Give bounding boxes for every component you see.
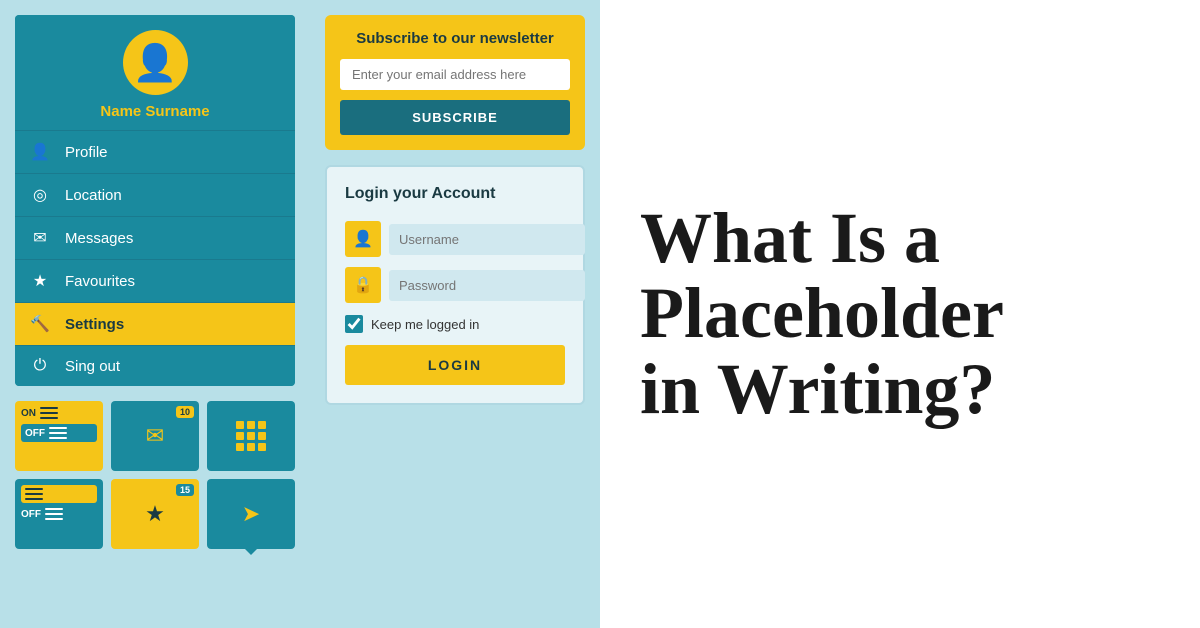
- sidebar-item-favourites[interactable]: ★ Favourites: [15, 259, 295, 302]
- sidebar-card: 👤 Name Surname 👤 Profile ◎ Location ✉ Me…: [15, 15, 295, 386]
- signout-icon: ⏻: [30, 357, 50, 375]
- off-label: OFF: [25, 428, 45, 439]
- user-name: Name Surname: [100, 103, 209, 120]
- toggle-off-widget[interactable]: OFF: [15, 479, 103, 549]
- arrow-widget[interactable]: ➤: [207, 479, 295, 549]
- sidebar-item-location[interactable]: ◎ Location: [15, 173, 295, 216]
- password-field-row: 🔒: [345, 267, 565, 303]
- chevron-right-icon: ➤: [242, 501, 260, 527]
- username-field-row: 👤: [345, 221, 565, 257]
- menu-lines-icon: [40, 407, 58, 419]
- lock-field-icon: 🔒: [345, 267, 381, 303]
- sidebar-item-messages[interactable]: ✉ Messages: [15, 216, 295, 259]
- profile-icon: 👤: [30, 142, 50, 162]
- lines-white-icon: [45, 508, 63, 520]
- lines-dark-icon: [25, 488, 43, 500]
- middle-panel: Subscribe to our newsletter SUBSCRIBE Lo…: [310, 0, 600, 628]
- toggle-on-widget[interactable]: ON OFF: [15, 401, 103, 471]
- login-card: Login your Account 👤 🔒 Keep me logged in…: [325, 165, 585, 405]
- username-input[interactable]: [389, 224, 585, 255]
- star-icon: ★: [145, 501, 165, 527]
- remember-me-checkbox[interactable]: [345, 315, 363, 333]
- sidebar-item-settings[interactable]: 🔨 Settings: [15, 302, 295, 345]
- grid-widget[interactable]: [207, 401, 295, 471]
- menu-lines-white-icon: [49, 427, 67, 439]
- user-field-icon: 👤: [345, 221, 381, 257]
- settings-icon: 🔨: [30, 314, 50, 334]
- login-title: Login your Account: [345, 185, 565, 203]
- newsletter-title: Subscribe to our newsletter: [340, 30, 570, 47]
- mail-icon: ✉: [146, 423, 164, 449]
- off-label-2: OFF: [21, 509, 41, 520]
- messages-icon: ✉: [30, 228, 50, 248]
- sidebar-menu: 👤 Profile ◎ Location ✉ Messages ★ Favour…: [15, 130, 295, 386]
- newsletter-email-input[interactable]: [340, 59, 570, 90]
- mail-widget[interactable]: ✉ 10: [111, 401, 199, 471]
- grid-icon: [236, 421, 266, 451]
- mail-badge: 10: [176, 406, 194, 418]
- user-avatar-icon: 👤: [133, 42, 178, 84]
- remember-me-label: Keep me logged in: [371, 317, 479, 332]
- favourites-icon: ★: [30, 271, 50, 291]
- password-input[interactable]: [389, 270, 585, 301]
- on-label: ON: [21, 408, 36, 419]
- right-panel: What Is a Placeholder in Writing?: [600, 0, 1200, 628]
- login-button[interactable]: LOGIN: [345, 345, 565, 385]
- star-widget[interactable]: ★ 15: [111, 479, 199, 549]
- sidebar-item-profile[interactable]: 👤 Profile: [15, 130, 295, 173]
- subscribe-button[interactable]: SUBSCRIBE: [340, 100, 570, 135]
- left-panel: 👤 Name Surname 👤 Profile ◎ Location ✉ Me…: [0, 0, 310, 628]
- star-badge: 15: [176, 484, 194, 496]
- location-icon: ◎: [30, 185, 50, 205]
- widgets-area: ON OFF ✉ 10: [15, 401, 295, 549]
- avatar: 👤: [123, 30, 188, 95]
- newsletter-card: Subscribe to our newsletter SUBSCRIBE: [325, 15, 585, 150]
- sidebar-header: 👤 Name Surname: [15, 15, 295, 130]
- sidebar-item-signout[interactable]: ⏻ Sing out: [15, 345, 295, 386]
- remember-me-row: Keep me logged in: [345, 315, 565, 333]
- article-heading: What Is a Placeholder in Writing?: [640, 201, 1004, 428]
